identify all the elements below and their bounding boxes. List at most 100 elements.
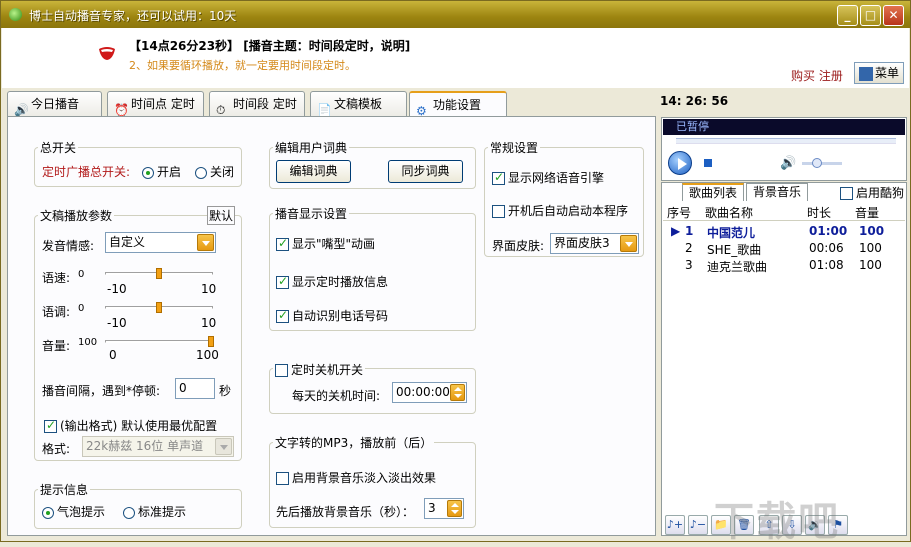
tone-slider-thumb[interactable] xyxy=(156,302,162,313)
play-button[interactable] xyxy=(668,151,692,175)
tab-time-range[interactable]: ⏱ 时间段 定时 xyxy=(209,91,305,117)
radio-icon xyxy=(195,166,207,179)
watermark: 下载吧 xyxy=(714,499,840,545)
maximize-button[interactable]: □ xyxy=(860,5,881,26)
skin-label: 界面皮肤: xyxy=(492,239,545,253)
checkbox-label: 启用背景音乐淡入淡出效果 xyxy=(292,471,437,485)
tab-time-point[interactable]: ⏰ 时间点 定时 xyxy=(107,91,204,117)
tab-templates[interactable]: 📄 文稿模板 xyxy=(310,91,407,117)
format-label: 格式: xyxy=(42,442,71,456)
add-song-icon[interactable]: ♪+ xyxy=(665,515,685,535)
clock-icon: ⏱ xyxy=(216,102,226,117)
standard-hint-radio[interactable]: 标准提示 xyxy=(123,503,186,520)
tone-value: 0 xyxy=(78,303,85,314)
row-name: 迪克兰歌曲 xyxy=(707,260,768,274)
checkbox-label: 显示"嘴型"动画 xyxy=(292,237,376,251)
tone-label: 语调: xyxy=(42,305,71,319)
bubble-hint-radio[interactable]: 气泡提示 xyxy=(42,503,105,520)
mp3-title: 文字转的MP3，播放前（后） xyxy=(273,434,435,451)
show-engine-checkbox[interactable]: 显示网络语音引擎 xyxy=(492,169,604,186)
default-button[interactable]: 默认 xyxy=(207,206,236,225)
master-on-radio[interactable]: 开启 xyxy=(142,163,181,180)
row-duration: 01:08 xyxy=(809,258,844,272)
fade-checkbox[interactable]: 启用背景音乐淡入淡出效果 xyxy=(276,469,436,486)
playlist-row[interactable]: ▶ 1 中国范儿 01:00 100 xyxy=(663,223,905,240)
sync-dictionary-button[interactable]: 同步词典 xyxy=(388,160,463,183)
master-switch-label: 定时广播总开关: xyxy=(42,165,131,179)
menu-button[interactable]: 菜单 xyxy=(854,62,904,84)
timer-info-checkbox[interactable]: 显示定时播放信息 xyxy=(276,273,388,290)
interval-unit: 秒 xyxy=(219,384,232,398)
volume-icon: 🔊 xyxy=(780,156,797,171)
playlist-row[interactable]: 2 SHE_歌曲 00:06 100 xyxy=(663,240,905,257)
edit-dictionary-button[interactable]: 编辑词典 xyxy=(276,160,351,183)
skin-select[interactable]: 界面皮肤3 xyxy=(550,233,639,254)
bg-music-label: 先后播放背景音乐（秒）： xyxy=(276,505,415,519)
tab-settings[interactable]: ⚙ 功能设置 xyxy=(409,91,507,118)
bg-music-seconds-value: 3 xyxy=(428,501,436,515)
tab-song-list[interactable]: 歌曲列表 xyxy=(682,183,745,201)
checkbox-icon xyxy=(276,236,289,251)
radio-icon xyxy=(42,506,54,519)
output-format-checkbox[interactable]: (输出格式) 默认使用最优配置 xyxy=(44,417,217,434)
row-volume: 100 xyxy=(859,241,882,255)
master-off-radio[interactable]: 关闭 xyxy=(195,163,234,180)
tab-bg-music[interactable]: 背景音乐 xyxy=(746,183,809,201)
tone-min: -10 xyxy=(107,316,127,330)
checkbox-icon xyxy=(492,205,505,218)
shutdown-checkbox[interactable]: 定时关机开关 xyxy=(273,361,366,378)
volume-knob[interactable] xyxy=(812,158,822,168)
tab-today[interactable]: 🔊 今日播音 xyxy=(7,91,102,117)
seek-bar[interactable] xyxy=(676,138,896,144)
display-settings-title: 播音显示设置 xyxy=(273,205,350,222)
announce-line-2: 2、如果要循环播放，就一定要用时间段定时。 xyxy=(129,59,356,72)
shutdown-time-input[interactable]: 00:00:00 xyxy=(392,382,467,403)
remove-song-icon[interactable]: ♪− xyxy=(688,515,708,535)
col-name: 歌曲名称 xyxy=(705,206,754,220)
emotion-select[interactable]: 自定义 xyxy=(105,232,216,253)
format-select[interactable]: 22k赫兹 16位 单声道 xyxy=(82,436,234,457)
title-bar[interactable]: 博士自动播音专家，还可以试用：10天 _ □ ✕ xyxy=(1,1,910,28)
radio-icon xyxy=(142,166,154,179)
stop-button[interactable] xyxy=(704,159,712,167)
volume-slider-thumb[interactable] xyxy=(208,336,214,347)
checkbox-icon xyxy=(276,472,289,485)
radio-label: 关闭 xyxy=(210,165,235,179)
checkbox-icon xyxy=(840,187,853,200)
dictionary-title: 编辑用户词典 xyxy=(273,139,350,156)
speed-slider-thumb[interactable] xyxy=(156,268,162,279)
checkbox-label: 自动识别电话号码 xyxy=(292,309,389,323)
checkbox-label: 显示网络语音引擎 xyxy=(508,171,605,185)
emotion-label: 发音情感: xyxy=(42,239,95,253)
close-button[interactable]: ✕ xyxy=(883,5,904,26)
row-duration: 01:00 xyxy=(809,224,848,238)
volume-slider-track[interactable] xyxy=(105,340,213,343)
bg-music-seconds-input[interactable]: 3 xyxy=(424,498,464,519)
spinner-icon xyxy=(450,384,465,401)
row-no: 2 xyxy=(685,241,693,255)
dropdown-arrow-icon xyxy=(620,235,637,252)
playlist-row[interactable]: 3 迪克兰歌曲 01:08 100 xyxy=(663,257,905,274)
phone-recognize-checkbox[interactable]: 自动识别电话号码 xyxy=(276,307,388,324)
volume-label: 音量: xyxy=(42,339,71,353)
pen-icon xyxy=(859,66,873,81)
volume-track[interactable] xyxy=(802,162,842,165)
volume-min: 0 xyxy=(109,348,117,362)
current-time: 14: 26: 56 xyxy=(660,94,729,108)
tone-max: 10 xyxy=(201,316,217,330)
speed-min: -10 xyxy=(107,282,127,296)
row-name: 中国范儿 xyxy=(707,226,756,240)
shutdown-time-value: 00:00:00 xyxy=(396,385,450,399)
buy-register-link[interactable]: 购买 注册 xyxy=(791,67,843,84)
settings-panel: 总开关 定时广播总开关: 开启 关闭 文稿播放参数 默认 发音情感: 自定义 语… xyxy=(7,116,656,536)
minimize-button[interactable]: _ xyxy=(837,5,858,26)
autostart-checkbox[interactable]: 开机后自动启动本程序 xyxy=(492,202,628,219)
gear-icon: ⚙ xyxy=(416,103,427,118)
window-title: 博士自动播音专家，还可以试用：10天 xyxy=(29,9,237,23)
mouth-animation-checkbox[interactable]: 显示"嘴型"动画 xyxy=(276,235,375,252)
interval-input[interactable]: 0 xyxy=(175,378,215,399)
hint-title: 提示信息 xyxy=(38,481,91,498)
checkbox-icon xyxy=(44,418,57,433)
speaker-icon: 🔊 xyxy=(14,102,29,117)
enable-kugou-checkbox[interactable]: 启用酷狗 xyxy=(840,184,904,201)
